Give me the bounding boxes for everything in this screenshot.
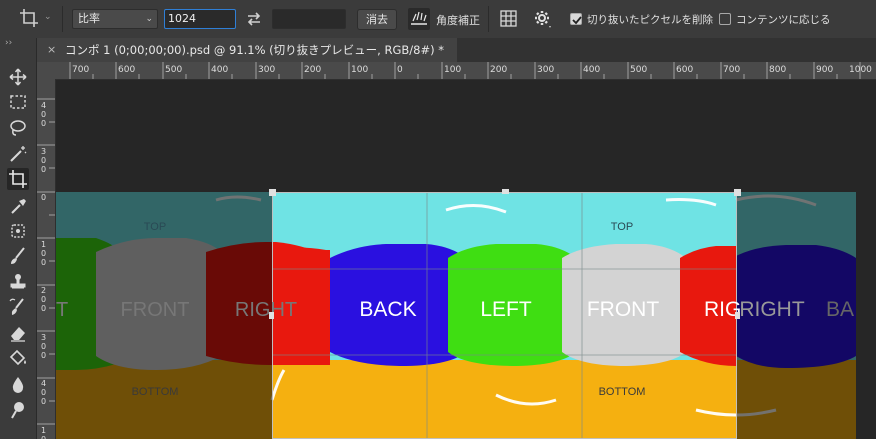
content-aware-checkbox[interactable]: [719, 13, 731, 25]
magic-wand-icon[interactable]: [7, 143, 29, 165]
document-tab[interactable]: × コンポ 1 (0;00;00;00).psd @ 91.1% (切り抜きプレ…: [37, 38, 457, 62]
ruler-tick-label: 500: [630, 65, 648, 75]
collapse-panel-icon[interactable]: ››: [5, 38, 12, 48]
straighten-label: 角度補正: [436, 14, 480, 27]
face-label-bottom: BOTTOM: [132, 386, 179, 398]
ruler-tick-label: 700: [723, 65, 741, 75]
horizontal-ruler[interactable]: 700 600 500 400 300 200 100 0 100 200 30…: [37, 62, 876, 80]
ruler-tick-label: 4 0 0: [41, 379, 47, 406]
crop-tool-preset-icon[interactable]: [18, 7, 40, 29]
crop-handle[interactable]: [735, 312, 740, 319]
divider: [488, 6, 489, 32]
crop-icon[interactable]: [7, 168, 29, 190]
ratio-select[interactable]: 比率 ⌄: [72, 9, 158, 29]
face-label-front: FRONT: [587, 298, 659, 321]
ruler-tick-label: 400: [211, 65, 229, 75]
crop-handle[interactable]: [269, 312, 274, 319]
ruler-tick-label: 900: [816, 65, 834, 75]
ruler-tick-label: 3 0 0: [41, 147, 47, 174]
vertical-ruler[interactable]: 4 0 0 3 0 0 0 1 0 0 2 0 0 3 0 0 4 0 0 1 …: [37, 79, 56, 439]
face-label-bottom: BOTTOM: [599, 386, 646, 398]
eyedropper-icon[interactable]: [7, 195, 29, 217]
canvas-area[interactable]: TOP TOP BOTTOM BOTTOM FRONT RIGHT T BACK…: [56, 80, 876, 439]
face-label-left: LEFT: [480, 298, 532, 321]
straighten-icon[interactable]: [408, 8, 430, 30]
document-tab-bar: × コンポ 1 (0;00;00;00).psd @ 91.1% (切り抜きプレ…: [37, 38, 876, 62]
divider: [62, 6, 63, 32]
ruler-tick-label: 200: [490, 65, 508, 75]
ruler-tick-label: 2 0 0: [41, 286, 47, 313]
brush-icon[interactable]: [7, 245, 29, 267]
document-title: コンポ 1 (0;00;00;00).psd @ 91.1% (切り抜きプレビュ…: [65, 43, 444, 57]
ruler-tick-label: 1 0 0: [41, 426, 47, 439]
ruler-tick-label: 3 0 0: [41, 333, 47, 360]
delete-cropped-label: 切り抜いたピクセルを削除: [587, 14, 713, 26]
ruler-tick-label: 100: [444, 65, 462, 75]
ruler-tick-label: 700: [72, 65, 90, 75]
dodge-icon[interactable]: [7, 399, 29, 421]
gear-icon[interactable]: [532, 8, 554, 30]
document-image[interactable]: TOP TOP BOTTOM BOTTOM FRONT RIGHT T BACK…: [56, 80, 876, 439]
lasso-icon[interactable]: [7, 117, 29, 139]
close-tab-icon[interactable]: ×: [47, 43, 56, 56]
ruler-tick-label: 300: [258, 65, 276, 75]
crop-handle[interactable]: [734, 189, 741, 196]
paint-bucket-icon[interactable]: [7, 347, 29, 369]
crop-handle[interactable]: [269, 189, 276, 196]
grid-overlay-icon[interactable]: [499, 9, 519, 29]
crop-handle[interactable]: [502, 189, 509, 194]
chevron-down-icon[interactable]: ⌄: [44, 12, 52, 22]
ruler-tick-label: 600: [676, 65, 694, 75]
history-brush-icon[interactable]: [7, 296, 29, 318]
options-bar: ⌄ 比率 ⌄ 1024 消去 角度補正 切り抜いたピクセルを削除 コンテンツに応…: [0, 0, 876, 39]
face-label-front: FRONT: [121, 299, 190, 321]
ruler-tick-label: 0: [397, 65, 403, 75]
face-label-front-partial: T: [56, 299, 68, 321]
height-input[interactable]: [272, 9, 346, 29]
chevron-down-icon: ⌄: [145, 14, 153, 24]
stamp-icon[interactable]: [7, 271, 29, 293]
ruler-tick-label: 1 0 0: [41, 240, 47, 267]
move-icon[interactable]: [7, 66, 29, 88]
ruler-tick-label: 800: [769, 65, 787, 75]
ruler-tick-label: 500: [165, 65, 183, 75]
ruler-tick-label: 300: [537, 65, 555, 75]
face-label-back-partial: BA: [826, 298, 854, 321]
ruler-tick-label: 400: [583, 65, 601, 75]
ruler-tick-label: 200: [304, 65, 322, 75]
face-label-right: RIGHT: [235, 299, 297, 321]
face-label-top: TOP: [611, 221, 633, 233]
clear-button[interactable]: 消去: [357, 9, 397, 30]
face-label-right: RIGHT: [739, 298, 805, 321]
toolbox: ››: [0, 38, 37, 439]
ruler-tick-label: 100: [351, 65, 369, 75]
face-label-back: BACK: [359, 298, 416, 321]
ruler-tick-label: 0: [41, 193, 47, 202]
eraser-icon[interactable]: [7, 322, 29, 344]
ruler-tick-label: 1000: [849, 65, 872, 75]
delete-cropped-checkbox[interactable]: [570, 13, 582, 25]
patch-icon[interactable]: [7, 220, 29, 242]
ratio-select-value: 比率: [78, 12, 100, 25]
width-input[interactable]: 1024: [164, 9, 236, 29]
ruler-tick-label: 600: [118, 65, 136, 75]
ruler-tick-label: 4 0 0: [41, 101, 47, 128]
content-aware-label: コンテンツに応じる: [736, 14, 831, 26]
blur-icon[interactable]: [7, 374, 29, 396]
marquee-icon[interactable]: [7, 91, 29, 113]
swap-icon[interactable]: [244, 9, 264, 29]
face-label-top: TOP: [144, 221, 166, 233]
